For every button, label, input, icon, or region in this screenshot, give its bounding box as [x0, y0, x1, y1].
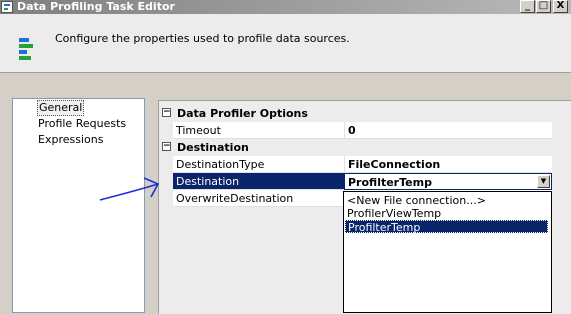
minimize-button[interactable]: _	[520, 0, 535, 13]
combo-value: ProfilterTemp	[348, 176, 432, 189]
category-data-profiler-options: − Data Profiler Options	[159, 105, 571, 122]
collapse-icon[interactable]: −	[162, 142, 171, 151]
property-name[interactable]: OverwriteDestination	[173, 190, 344, 207]
collapse-icon[interactable]: −	[162, 108, 171, 117]
navigation-pane: General Profile Requests Expressions	[12, 98, 145, 313]
dropdown-arrow-icon[interactable]: ▼	[537, 175, 550, 188]
destination-combo[interactable]: ProfilterTemp ▼	[344, 173, 552, 190]
category-label: Data Profiler Options	[177, 107, 308, 120]
property-name[interactable]: Destination	[173, 173, 344, 190]
profile-task-icon	[17, 36, 37, 62]
close-button[interactable]: X	[553, 0, 568, 13]
title-bar: Data Profiling Task Editor _ □ X	[0, 0, 571, 14]
description-panel: Configure the properties used to profile…	[0, 14, 571, 73]
nav-item-general[interactable]: General	[37, 100, 85, 116]
window-title: Data Profiling Task Editor	[17, 0, 175, 13]
property-value[interactable]: FileConnection	[344, 156, 552, 173]
property-row-timeout[interactable]: Timeout 0	[159, 122, 571, 139]
nav-item-expressions[interactable]: Expressions	[37, 133, 104, 147]
dropdown-option-new-connection[interactable]: <New File connection...>	[345, 194, 550, 207]
page-description: Configure the properties used to profile…	[55, 32, 350, 45]
destination-dropdown-list[interactable]: <New File connection...> ProfilerViewTem…	[343, 191, 552, 313]
property-row-destination-type[interactable]: DestinationType FileConnection	[159, 156, 571, 173]
dropdown-option-profiltertemp[interactable]: ProfilterTemp	[345, 220, 548, 234]
app-icon	[1, 1, 13, 13]
category-destination: − Destination	[159, 139, 571, 156]
property-value[interactable]: 0	[344, 122, 552, 139]
property-row-destination[interactable]: Destination ProfilterTemp ▼	[159, 173, 571, 190]
property-name[interactable]: Timeout	[173, 122, 344, 139]
category-label: Destination	[177, 141, 249, 154]
dropdown-option-profilerviewtemp[interactable]: ProfilerViewTemp	[345, 207, 550, 220]
property-name[interactable]: DestinationType	[173, 156, 344, 173]
nav-item-profile-requests[interactable]: Profile Requests	[37, 117, 127, 131]
maximize-button[interactable]: □	[536, 0, 551, 13]
